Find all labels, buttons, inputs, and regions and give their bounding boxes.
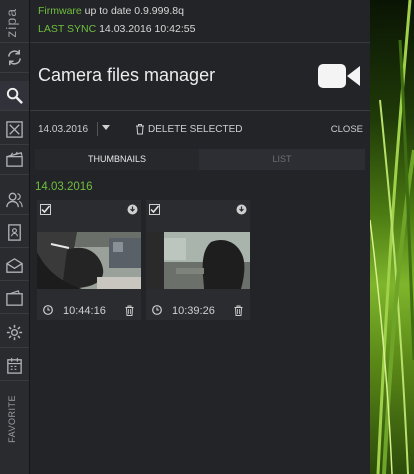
users-icon [6,192,23,208]
trash-icon[interactable] [234,305,243,316]
checkbox-icon[interactable] [149,204,160,215]
firmware-status: Firmware up to date 0.9.999.8q [38,2,195,20]
checkbox-icon[interactable] [40,204,51,215]
contacts-button[interactable] [0,218,29,248]
brand-text: zipa [3,8,19,38]
search-button[interactable] [0,81,29,111]
video-thumbnail[interactable] [37,232,141,289]
favorite-button[interactable]: FAVORITE [0,380,29,451]
last-sync-key: LAST SYNC [38,23,97,35]
video-camera-icon[interactable] [318,62,361,90]
sync-button[interactable] [0,43,29,73]
camera-files-panel: Firmware up to date 0.9.999.8q LAST SYNC… [30,0,370,474]
favorite-label: FAVORITE [7,395,17,443]
clock-icon [43,305,53,315]
last-sync-value: 14.03.2016 10:42:55 [99,23,196,35]
settings-icon [6,324,23,341]
media-button[interactable] [0,145,29,175]
users-button[interactable] [0,185,29,215]
download-icon[interactable] [236,204,247,215]
status-block: Firmware up to date 0.9.999.8q LAST SYNC… [38,2,195,38]
background-wallpaper [370,0,414,474]
day-heading: 14.03.2016 [35,181,93,193]
download-icon[interactable] [127,204,138,215]
trash-icon[interactable] [125,305,134,316]
divider [30,110,370,111]
video-thumbnail[interactable] [146,232,250,289]
mail-icon [6,258,23,273]
thumbnail-card[interactable]: 10:39:26 [146,200,250,320]
clapperboard-icon [6,151,23,167]
settings-button[interactable] [0,318,29,348]
tab-list[interactable]: LIST [200,149,364,170]
date-select-value[interactable]: 14.03.2016 [38,124,88,135]
left-rail: zipa FAVORITE [0,0,30,474]
sync-icon [8,49,21,66]
calendar-icon [7,357,22,374]
divider [97,122,98,136]
grass-image [370,0,414,474]
contacts-icon [8,224,21,241]
search-icon [6,87,23,104]
tab-thumbnails[interactable]: THUMBNAILS [35,149,199,170]
calendar-button[interactable] [0,351,29,381]
toolbar: 14.03.2016 DELETE SELECTED CLOSE [38,121,363,139]
thumbnail-time: 10:39:26 [172,305,215,317]
chevron-down-icon[interactable] [102,125,110,130]
page-title: Camera files manager [38,65,216,85]
wallet-button[interactable] [0,284,29,314]
thumbnail-time: 10:44:16 [63,305,106,317]
panel-header: Camera files manager [30,43,370,110]
wallet-icon [6,290,23,306]
delete-selected-label: DELETE SELECTED [148,124,243,135]
view-tabs: THUMBNAILS LIST [35,149,365,170]
thumbnail-card[interactable]: 10:44:16 [37,200,141,320]
brand-logo: zipa [0,0,29,43]
close-button[interactable]: CLOSE [331,124,363,135]
expand-icon [6,121,23,138]
firmware-key: Firmware [38,5,82,17]
clock-icon [152,305,162,315]
mail-button[interactable] [0,251,29,281]
firmware-value: up to date 0.9.999.8q [84,5,184,17]
trash-icon [136,124,144,135]
expand-button[interactable] [0,115,29,145]
last-sync-status: LAST SYNC 14.03.2016 10:42:55 [38,20,195,38]
